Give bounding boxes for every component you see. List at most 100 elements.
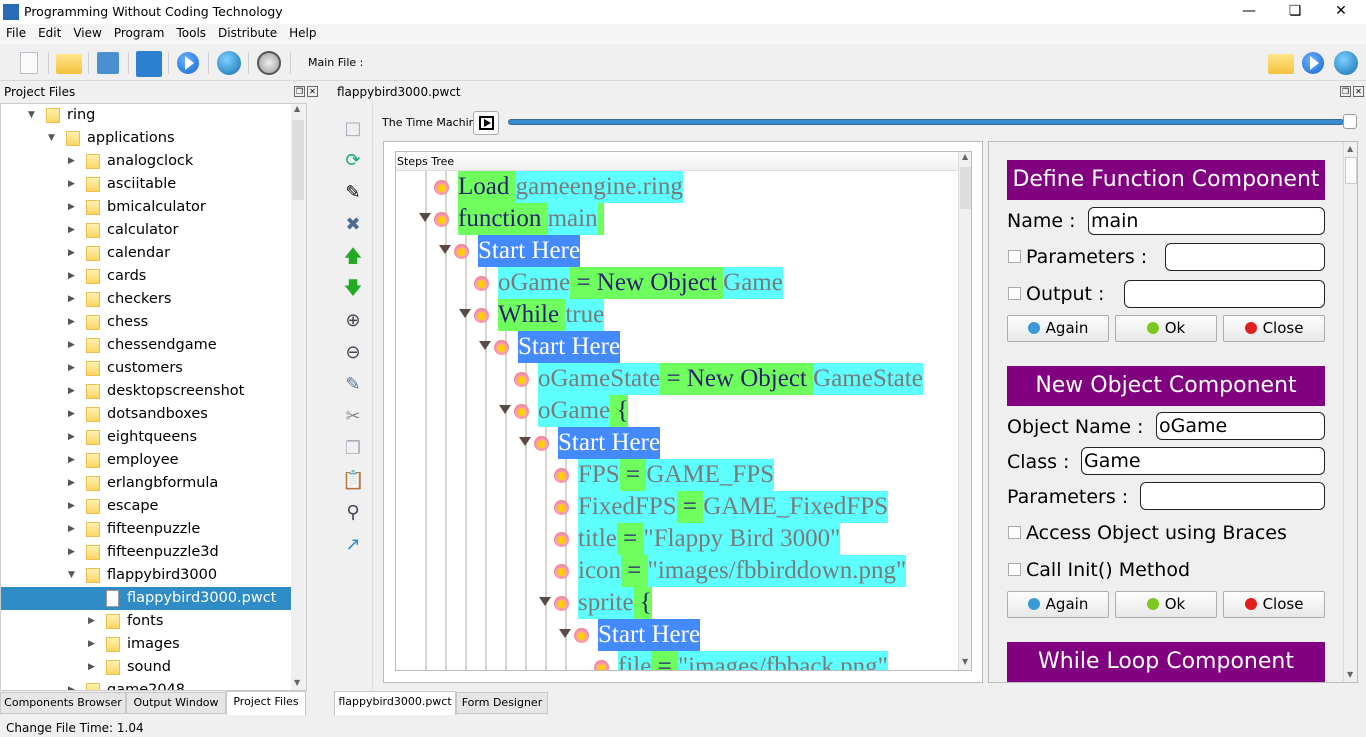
tree-item-escape[interactable]: ▶ escape xyxy=(1,495,291,518)
new-step-icon[interactable]: □ xyxy=(342,118,364,140)
chevron-right-icon[interactable]: ▶ xyxy=(68,150,75,173)
tree-item-ring[interactable]: ▼ ring xyxy=(1,104,291,127)
again-button[interactable]: Again xyxy=(1007,315,1109,342)
chevron-right-icon[interactable]: ▶ xyxy=(68,426,75,449)
expand-arrow-icon[interactable] xyxy=(539,597,551,606)
close-editor-icon[interactable]: ✕ xyxy=(1353,86,1364,97)
tree-item-employee[interactable]: ▶ employee xyxy=(1,449,291,472)
object-parameters-input[interactable] xyxy=(1140,482,1325,510)
tree-item-chess[interactable]: ▶ chess xyxy=(1,311,291,334)
tree-item-eightqueens[interactable]: ▶ eightqueens xyxy=(1,426,291,449)
close-panel-icon[interactable]: ✕ xyxy=(307,86,318,97)
time-machine-slider[interactable] xyxy=(508,119,1344,125)
tree-item-sound[interactable]: ▶ sound xyxy=(1,656,291,679)
tree-item-fifteenpuzzle3d[interactable]: ▶ fifteenpuzzle3d xyxy=(1,541,291,564)
tree-item-calendar[interactable]: ▶ calendar xyxy=(1,242,291,265)
web-main-icon[interactable] xyxy=(1334,51,1358,75)
save-as-icon[interactable] xyxy=(136,51,162,77)
tab-flappybird3000-pwct[interactable]: flappybird3000.pwct xyxy=(334,691,456,715)
tree-item-checkers[interactable]: ▶ checkers xyxy=(1,288,291,311)
minimize-button[interactable]: — xyxy=(1226,0,1272,24)
output-checkbox[interactable] xyxy=(1008,287,1021,300)
access-braces-checkbox[interactable] xyxy=(1008,526,1021,539)
menu-program[interactable]: Program xyxy=(108,24,171,42)
open-external-icon[interactable]: ↗ xyxy=(342,534,364,556)
tree-item-asciitable[interactable]: ▶ asciitable xyxy=(1,173,291,196)
close-window-button[interactable]: ✕ xyxy=(1318,0,1364,24)
tab-output-window[interactable]: Output Window xyxy=(126,692,226,714)
call-init-checkbox[interactable] xyxy=(1008,563,1021,576)
edit-step-icon[interactable]: ✎ xyxy=(342,182,364,204)
web-icon[interactable] xyxy=(217,51,241,75)
tab-form-designer[interactable]: Form Designer xyxy=(456,692,548,714)
chevron-right-icon[interactable]: ▶ xyxy=(88,633,95,656)
refresh-icon[interactable]: ⟳ xyxy=(342,150,364,172)
expand-arrow-icon[interactable] xyxy=(459,309,471,318)
close-button[interactable]: Close xyxy=(1223,591,1325,618)
menu-edit[interactable]: Edit xyxy=(32,24,67,42)
new-file-icon[interactable] xyxy=(16,50,42,76)
paste-icon[interactable]: 📋 xyxy=(342,470,364,492)
delete-step-icon[interactable]: ✖ xyxy=(342,214,364,236)
chevron-right-icon[interactable]: ▶ xyxy=(68,219,75,242)
tree-item-fifteenpuzzle[interactable]: ▶ fifteenpuzzle xyxy=(1,518,291,541)
tree-item-calculator[interactable]: ▶ calculator xyxy=(1,219,291,242)
chevron-right-icon[interactable]: ▶ xyxy=(68,679,75,690)
tree-item-bmicalculator[interactable]: ▶ bmicalculator xyxy=(1,196,291,219)
tree-item-game2048[interactable]: ▶ game2048 xyxy=(1,679,291,690)
save-icon[interactable] xyxy=(97,52,119,74)
expand-arrow-icon[interactable] xyxy=(479,341,491,350)
steps-tree-scrollbar[interactable]: ▲ ▼ xyxy=(958,152,971,670)
chevron-right-icon[interactable]: ▶ xyxy=(68,472,75,495)
menu-view[interactable]: View xyxy=(67,24,107,42)
chevron-right-icon[interactable]: ▶ xyxy=(88,610,95,633)
ok-button[interactable]: Ok xyxy=(1115,591,1217,618)
chevron-right-icon[interactable]: ▶ xyxy=(68,518,75,541)
menu-tools[interactable]: Tools xyxy=(170,24,212,42)
chevron-down-icon[interactable]: ▼ xyxy=(48,127,55,150)
chevron-right-icon[interactable]: ▶ xyxy=(68,334,75,357)
class-input[interactable]: Game xyxy=(1081,447,1325,475)
output-input[interactable] xyxy=(1124,280,1325,308)
again-button[interactable]: Again xyxy=(1007,591,1109,618)
object-name-input[interactable]: oGame xyxy=(1156,412,1325,440)
project-files-scrollbar[interactable]: ▲ ▼ xyxy=(291,104,306,690)
move-down-icon[interactable]: 🡇 xyxy=(342,278,364,300)
expand-arrow-icon[interactable] xyxy=(419,213,431,222)
time-machine-play-button[interactable] xyxy=(473,111,499,135)
run-icon[interactable] xyxy=(177,52,199,74)
tree-item-fonts[interactable]: ▶ fonts xyxy=(1,610,291,633)
exit-icon[interactable] xyxy=(257,51,281,75)
close-button[interactable]: Close xyxy=(1223,315,1325,342)
zoom-out-icon[interactable]: ⊖ xyxy=(342,342,364,364)
function-name-input[interactable]: main xyxy=(1088,207,1325,235)
copy-icon[interactable]: ❐ xyxy=(342,438,364,460)
cut-icon[interactable]: ✂ xyxy=(342,406,364,428)
expand-arrow-icon[interactable] xyxy=(519,437,531,446)
run-main-icon[interactable] xyxy=(1302,52,1324,74)
chevron-right-icon[interactable]: ▶ xyxy=(68,357,75,380)
open-main-folder-icon[interactable] xyxy=(1268,54,1294,74)
parameters-input[interactable] xyxy=(1165,243,1325,271)
tree-item-analogclock[interactable]: ▶ analogclock xyxy=(1,150,291,173)
chevron-down-icon[interactable]: ▼ xyxy=(28,104,35,127)
tree-item-erlangbformula[interactable]: ▶ erlangbformula xyxy=(1,472,291,495)
menu-help[interactable]: Help xyxy=(283,24,322,42)
tree-item-cards[interactable]: ▶ cards xyxy=(1,265,291,288)
chevron-right-icon[interactable]: ▶ xyxy=(68,196,75,219)
tree-item-chessendgame[interactable]: ▶ chessendgame xyxy=(1,334,291,357)
comment-icon[interactable]: ✎ xyxy=(342,374,364,396)
chevron-right-icon[interactable]: ▶ xyxy=(88,656,95,679)
tree-item-flappybird3000[interactable]: ▼ flappybird3000 xyxy=(1,564,291,587)
zoom-in-icon[interactable]: ⊕ xyxy=(342,310,364,332)
expand-arrow-icon[interactable] xyxy=(499,405,511,414)
maximize-button[interactable]: ❏ xyxy=(1272,0,1318,24)
tree-item-applications[interactable]: ▼ applications xyxy=(1,127,291,150)
float-editor-icon[interactable]: ❐ xyxy=(1340,86,1351,97)
tab-components-browser[interactable]: Components Browser xyxy=(0,692,126,714)
chevron-right-icon[interactable]: ▶ xyxy=(68,449,75,472)
tree-item-desktopscreenshot[interactable]: ▶ desktopscreenshot xyxy=(1,380,291,403)
tab-project-files[interactable]: Project Files xyxy=(226,691,306,715)
tree-item-flappybird3000-pwct[interactable]: flappybird3000.pwct xyxy=(1,587,291,610)
float-panel-icon[interactable]: ❐ xyxy=(294,86,305,97)
